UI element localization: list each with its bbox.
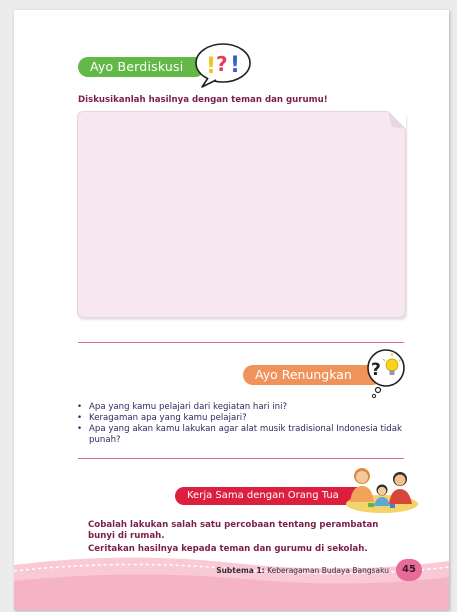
subtema-label: Subtema 1: <box>216 566 265 575</box>
list-item: Keragaman apa yang kamu pelajari? <box>77 413 417 424</box>
section-divider <box>78 342 404 343</box>
discussion-answer-box[interactable] <box>77 111 406 318</box>
parents-paragraph: Cobalah lakukan salah satu percobaan ten… <box>88 520 379 541</box>
svg-text:?: ? <box>216 52 228 76</box>
book-page: Ayo Berdiskusi ! ? ! Diskusikanlah hasil… <box>14 10 449 610</box>
footer-subtema: Subtema 1: Keberagaman Budaya Bangsaku <box>216 566 389 575</box>
question-lightbulb-bubble-icon: ? <box>367 349 405 399</box>
section-divider <box>78 458 404 459</box>
list-item: Apa yang kamu pelajari dari kegiatan har… <box>77 402 417 413</box>
subtema-title: Keberagaman Budaya Bangsaku <box>267 566 389 575</box>
footer-wave-decoration <box>14 557 449 610</box>
list-item: Apa yang akan kamu lakukan agar alat mus… <box>77 424 417 446</box>
family-illustration <box>346 468 418 513</box>
svg-text:?: ? <box>371 360 381 380</box>
page-fold-corner <box>388 111 406 129</box>
parents-title: Kerja Sama dengan Orang Tua <box>175 487 365 505</box>
discussion-instruction: Diskusikanlah hasilnya dengan teman dan … <box>78 95 328 105</box>
exclamation-question-bubble-icon: ! ? ! <box>195 43 251 88</box>
page-number: 45 <box>396 559 422 581</box>
svg-text:!: ! <box>206 54 216 79</box>
parents-paragraph: Ceritakan hasilnya kepada teman dan guru… <box>88 544 368 554</box>
svg-text:!: ! <box>230 53 240 78</box>
reflection-question-list: Apa yang kamu pelajari dari kegiatan har… <box>77 402 417 446</box>
discussion-title: Ayo Berdiskusi <box>78 57 206 77</box>
